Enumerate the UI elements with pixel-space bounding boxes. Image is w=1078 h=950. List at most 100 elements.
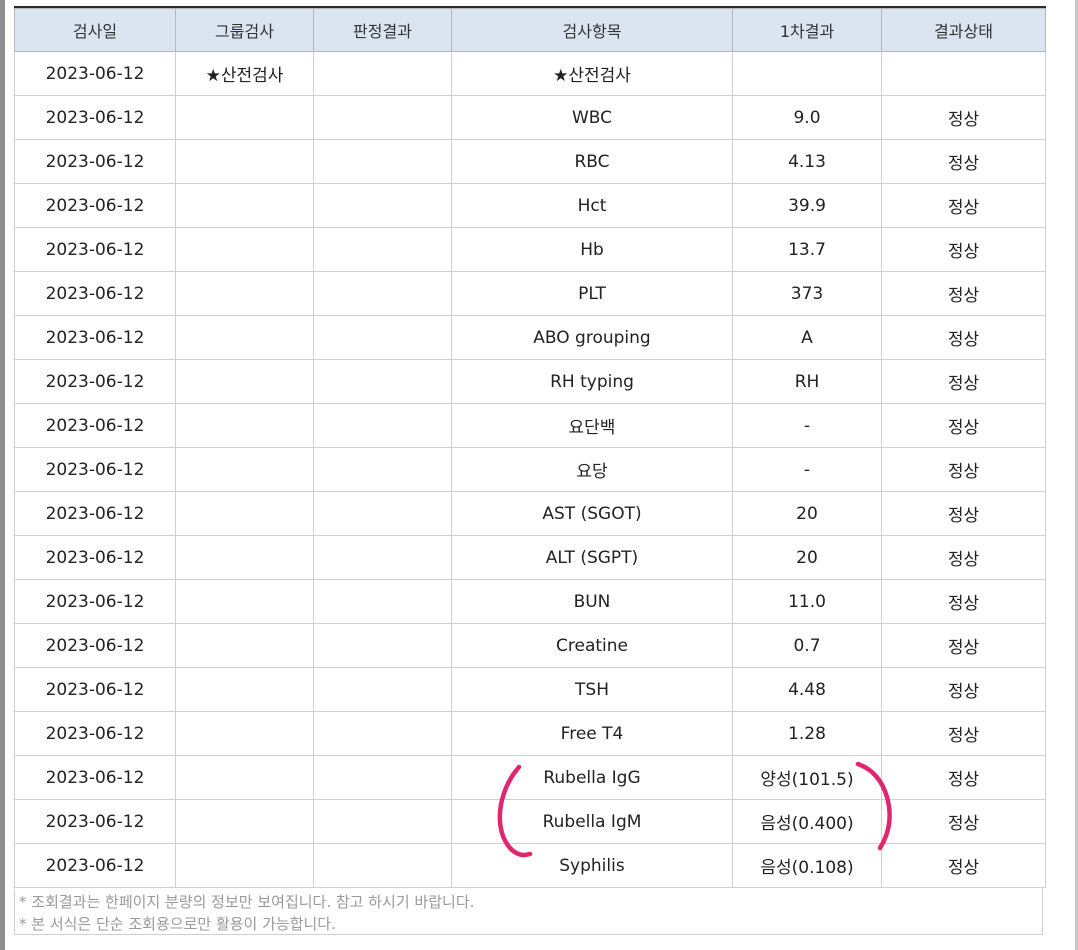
cell-result-status: 정상 <box>881 447 1046 492</box>
cell-test-date: 2023-06-12 <box>14 579 176 624</box>
cell-first-result: 13.7 <box>732 227 882 272</box>
table-row: 2023-06-12 Free T4 1.28 정상 <box>14 711 1046 756</box>
cell-first-result: 4.13 <box>732 139 882 184</box>
header-first-result: 1차결과 <box>732 8 882 52</box>
table-row: 2023-06-12 ALT (SGPT) 20 정상 <box>14 535 1046 580</box>
cell-test-date: 2023-06-12 <box>14 667 176 712</box>
footer-note-1: * 조회결과는 한페이지 분량의 정보만 보여집니다. 참고 하시기 바랍니다. <box>19 893 475 911</box>
header-group-test: 그룹검사 <box>175 8 314 52</box>
table-row: 2023-06-12 요단백 - 정상 <box>14 403 1046 448</box>
cell-result-status: 정상 <box>881 667 1046 712</box>
header-test-item: 검사항목 <box>451 8 733 52</box>
cell-judgment <box>313 491 452 536</box>
cell-judgment <box>313 535 452 580</box>
cell-result-status <box>881 51 1046 96</box>
cell-judgment <box>313 623 452 668</box>
cell-judgment <box>313 799 452 844</box>
cell-test-item: Free T4 <box>451 711 733 756</box>
cell-first-result: - <box>732 403 882 448</box>
cell-test-date: 2023-06-12 <box>14 535 176 580</box>
table-row: 2023-06-12 ABO grouping A 정상 <box>14 315 1046 360</box>
cell-judgment <box>313 447 452 492</box>
cell-test-date: 2023-06-12 <box>14 139 176 184</box>
cell-result-status: 정상 <box>881 579 1046 624</box>
cell-first-result: - <box>732 447 882 492</box>
cell-first-result: 20 <box>732 491 882 536</box>
cell-result-status: 정상 <box>881 183 1046 228</box>
table-row: 2023-06-12 Syphilis 음성(0.108) 정상 <box>14 843 1046 888</box>
cell-first-result <box>732 51 882 96</box>
cell-test-item: PLT <box>451 271 733 316</box>
cell-group-test <box>175 271 314 316</box>
cell-first-result: 4.48 <box>732 667 882 712</box>
table-row: 2023-06-12 ★산전검사 ★산전검사 <box>14 51 1046 96</box>
cell-judgment <box>313 227 452 272</box>
cell-group-test <box>175 843 314 888</box>
cell-test-item: Hct <box>451 183 733 228</box>
footer-notes: * 조회결과는 한페이지 분량의 정보만 보여집니다. 참고 하시기 바랍니다.… <box>14 889 1043 935</box>
cell-result-status: 정상 <box>881 139 1046 184</box>
cell-test-date: 2023-06-12 <box>14 711 176 756</box>
cell-first-result: 음성(0.400) <box>732 799 882 844</box>
cell-group-test <box>175 139 314 184</box>
cell-test-date: 2023-06-12 <box>14 447 176 492</box>
cell-first-result: 373 <box>732 271 882 316</box>
cell-group-test <box>175 711 314 756</box>
table-row: 2023-06-12 TSH 4.48 정상 <box>14 667 1046 712</box>
cell-first-result: 9.0 <box>732 95 882 140</box>
left-scroll-gutter <box>0 0 5 950</box>
table-row: 2023-06-12 Hct 39.9 정상 <box>14 183 1046 228</box>
cell-test-item: TSH <box>451 667 733 712</box>
cell-test-date: 2023-06-12 <box>14 95 176 140</box>
cell-judgment <box>313 271 452 316</box>
cell-result-status: 정상 <box>881 359 1046 404</box>
cell-group-test <box>175 359 314 404</box>
cell-test-item: Rubella IgG <box>451 755 733 800</box>
cell-judgment <box>313 51 452 96</box>
cell-judgment <box>313 403 452 448</box>
cell-result-status: 정상 <box>881 711 1046 756</box>
table-row: 2023-06-12 RBC 4.13 정상 <box>14 139 1046 184</box>
cell-test-date: 2023-06-12 <box>14 183 176 228</box>
cell-test-item: BUN <box>451 579 733 624</box>
cell-group-test <box>175 227 314 272</box>
cell-group-test <box>175 491 314 536</box>
header-judgment: 판정결과 <box>313 8 452 52</box>
table-row: 2023-06-12 Creatine 0.7 정상 <box>14 623 1046 668</box>
cell-test-date: 2023-06-12 <box>14 799 176 844</box>
cell-group-test <box>175 799 314 844</box>
cell-test-date: 2023-06-12 <box>14 271 176 316</box>
cell-first-result: 양성(101.5) <box>732 755 882 800</box>
cell-result-status: 정상 <box>881 799 1046 844</box>
cell-group-test <box>175 447 314 492</box>
cell-test-item: Creatine <box>451 623 733 668</box>
cell-result-status: 정상 <box>881 227 1046 272</box>
cell-test-date: 2023-06-12 <box>14 403 176 448</box>
cell-test-item: ★산전검사 <box>451 51 733 96</box>
table-row: 2023-06-12 요당 - 정상 <box>14 447 1046 492</box>
cell-first-result: RH <box>732 359 882 404</box>
cell-group-test: ★산전검사 <box>175 51 314 96</box>
cell-test-item: AST (SGOT) <box>451 491 733 536</box>
cell-result-status: 정상 <box>881 843 1046 888</box>
cell-test-item: Rubella IgM <box>451 799 733 844</box>
cell-judgment <box>313 667 452 712</box>
cell-group-test <box>175 579 314 624</box>
cell-judgment <box>313 315 452 360</box>
cell-first-result: 11.0 <box>732 579 882 624</box>
cell-first-result: 음성(0.108) <box>732 843 882 888</box>
cell-result-status: 정상 <box>881 315 1046 360</box>
table-body: 2023-06-12 ★산전검사 ★산전검사 2023-06-12 WBC 9.0 정상 20… <box>14 51 1046 888</box>
cell-test-date: 2023-06-12 <box>14 227 176 272</box>
cell-test-date: 2023-06-12 <box>14 755 176 800</box>
cell-test-item: ALT (SGPT) <box>451 535 733 580</box>
cell-first-result: A <box>732 315 882 360</box>
cell-group-test <box>175 667 314 712</box>
footer-note-2: * 본 서식은 단순 조회용으로만 활용이 가능합니다. <box>19 915 336 933</box>
cell-test-date: 2023-06-12 <box>14 51 176 96</box>
cell-test-item: RBC <box>451 139 733 184</box>
cell-test-item: 요당 <box>451 447 733 492</box>
cell-judgment <box>313 95 452 140</box>
table-header-row: 검사일 그룹검사 판정결과 검사항목 1차결과 결과상태 <box>14 8 1046 52</box>
cell-test-date: 2023-06-12 <box>14 623 176 668</box>
